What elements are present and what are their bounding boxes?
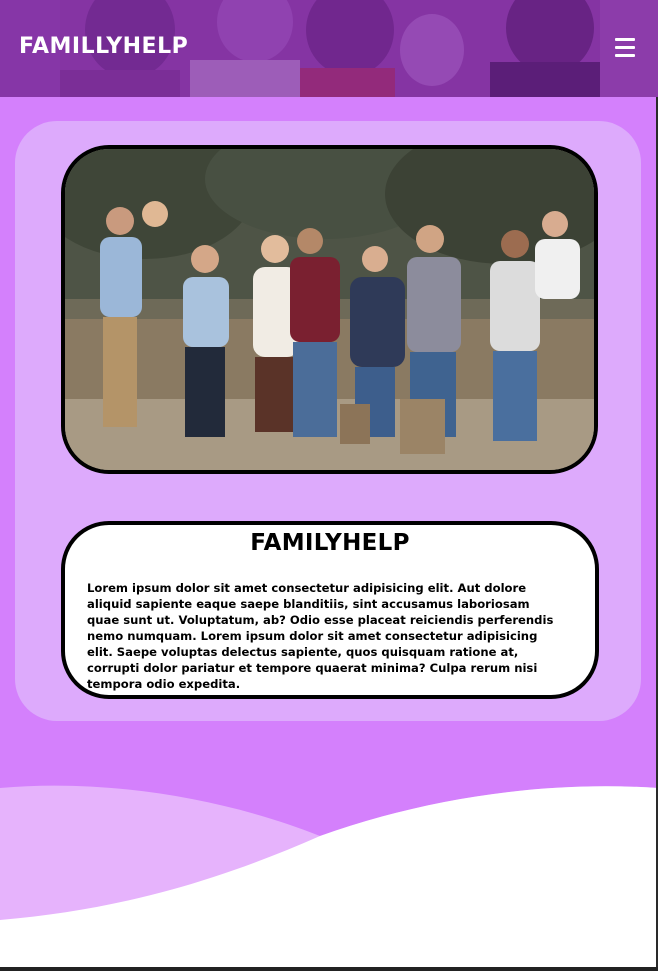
about-body-text: Lorem ipsum dolor sit amet consectetur a… xyxy=(87,581,554,691)
brand-logo-text[interactable]: FAMILLYHELP xyxy=(19,33,188,61)
hamburger-menu-icon[interactable] xyxy=(612,36,640,60)
family-group-photo xyxy=(61,145,598,474)
menu-bar-top xyxy=(615,38,635,41)
menu-bar-middle xyxy=(615,46,635,49)
bottom-wave-decoration xyxy=(0,760,658,971)
bottom-edge-border xyxy=(0,967,658,971)
menu-bar-bottom xyxy=(615,54,635,57)
about-title: FAMILYHELP xyxy=(250,530,410,556)
header: FAMILLYHELP xyxy=(0,0,658,97)
family-photo-image xyxy=(65,149,594,470)
page: FAMILLYHELP FAMILYHELP Lorem ipsum dolor… xyxy=(0,0,658,971)
about-text-box: FAMILYHELP Lorem ipsum dolor sit amet co… xyxy=(61,521,599,699)
